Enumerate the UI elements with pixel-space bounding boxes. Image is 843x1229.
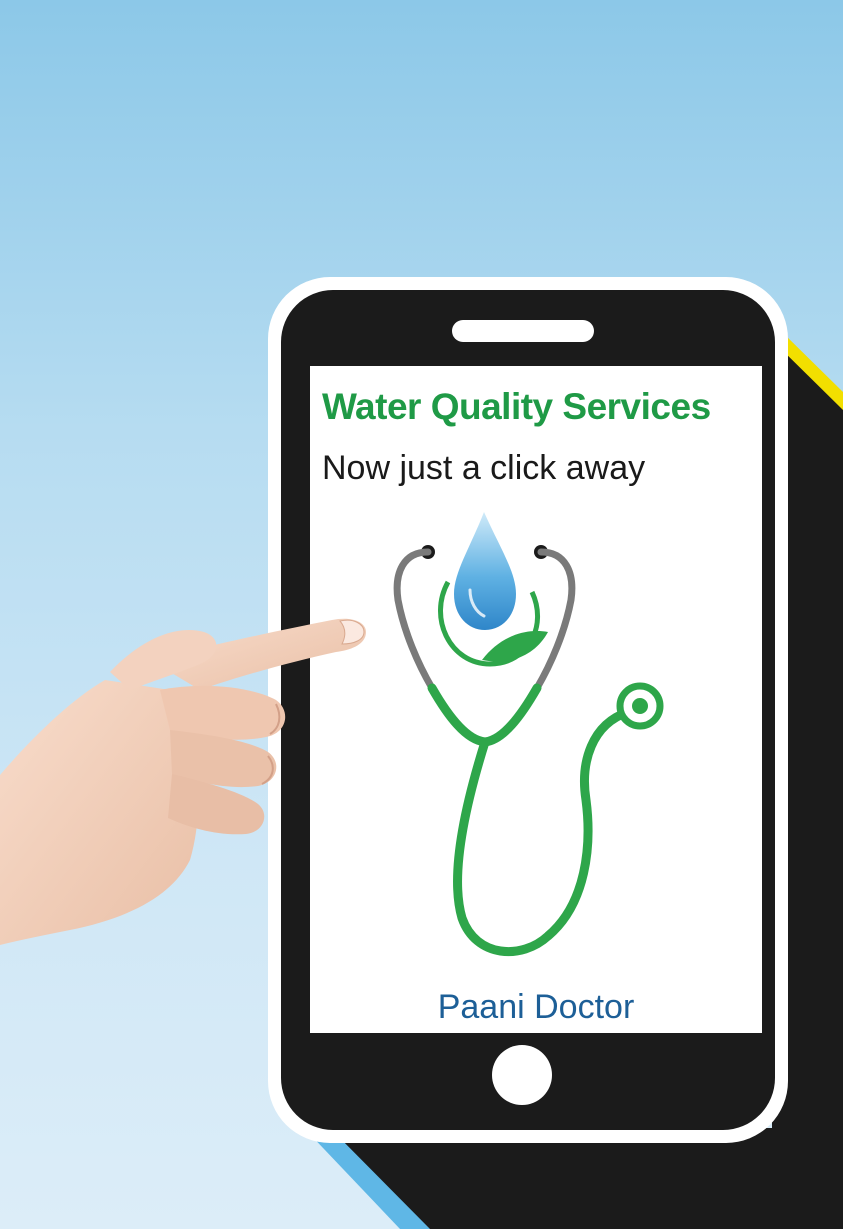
- phone-screen: [310, 366, 762, 1033]
- phone-speaker: [452, 320, 594, 342]
- phone-home-button[interactable]: [492, 1045, 552, 1105]
- poster-scene: Water Quality Services Now just a click …: [0, 0, 843, 1229]
- poster-graphics: [0, 277, 843, 1229]
